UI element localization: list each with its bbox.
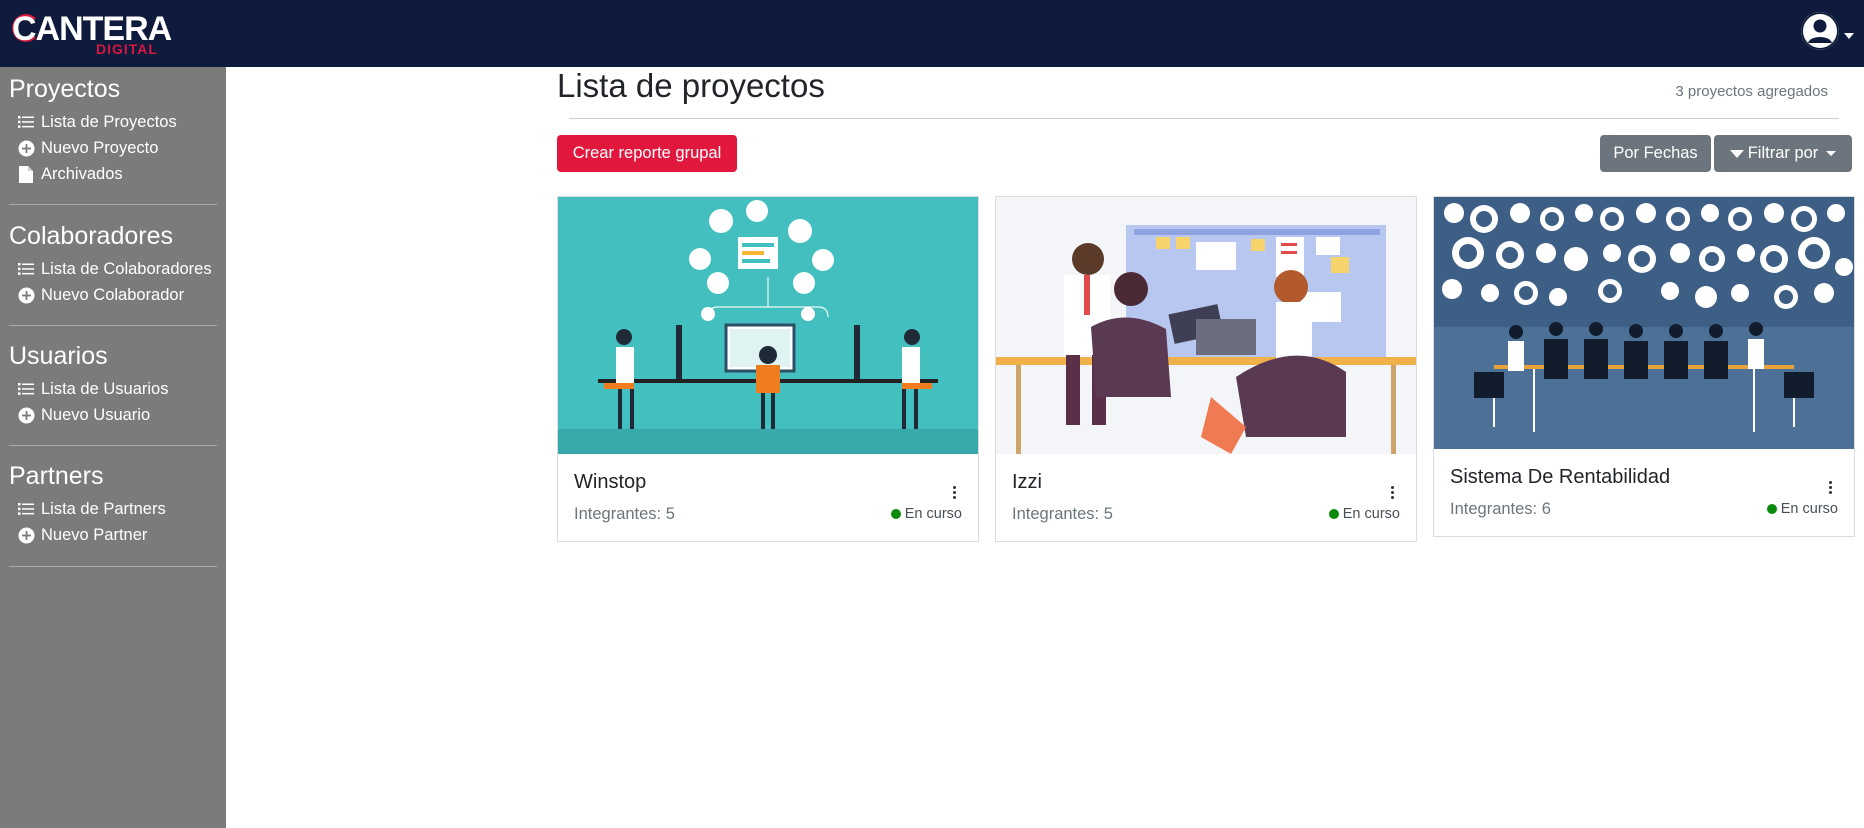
- sidebar-item-label: Nuevo Proyecto: [41, 138, 159, 157]
- user-menu-caret-icon[interactable]: [1844, 33, 1854, 39]
- sidebar-divider: [9, 445, 217, 446]
- sidebar-item-lista-partners[interactable]: Lista de Partners: [17, 498, 166, 520]
- status-badge: En curso: [890, 506, 962, 522]
- filter-icon: [1729, 149, 1744, 158]
- sidebar-item-label: Lista de Proyectos: [41, 112, 177, 131]
- filter-label: Filtrar por: [1747, 144, 1819, 162]
- sidebar-item-archivados[interactable]: Archivados: [17, 163, 123, 185]
- sidebar-divider: [9, 566, 217, 567]
- list-icon: [17, 500, 35, 518]
- project-members: Integrantes: 5: [574, 505, 675, 523]
- sidebar-item-label: Lista de Partners: [41, 499, 166, 518]
- top-navbar: CANTERA DIGITAL: [0, 0, 1864, 67]
- project-name[interactable]: Winstop: [574, 471, 646, 494]
- project-name[interactable]: Sistema De Rentabilidad: [1450, 466, 1670, 489]
- project-image: [558, 197, 978, 454]
- plus-circle-icon: [17, 526, 35, 544]
- status-badge: En curso: [1766, 501, 1838, 517]
- sidebar-item-label: Lista de Colaboradores: [41, 259, 212, 278]
- create-group-report-button[interactable]: Crear reporte grupal: [557, 135, 737, 172]
- cantera-logo[interactable]: CANTERA DIGITAL: [12, 10, 172, 57]
- sidebar-item-nuevo-partner[interactable]: Nuevo Partner: [17, 524, 147, 546]
- project-image: [996, 197, 1416, 454]
- page-title: Lista de proyectos: [557, 67, 825, 104]
- user-avatar-icon[interactable]: [1801, 12, 1839, 50]
- more-options-icon[interactable]: [1828, 481, 1832, 496]
- sidebar-item-nuevo-usuario[interactable]: Nuevo Usuario: [17, 404, 150, 426]
- project-card-izzi[interactable]: Izzi Integrantes: 5 En curso: [995, 196, 1417, 542]
- project-card-winstop[interactable]: Winstop Integrantes: 5 En curso: [557, 196, 979, 542]
- sidebar-title-colaboradores: Colaboradores: [9, 222, 173, 250]
- status-badge: En curso: [1328, 506, 1400, 522]
- plus-circle-icon: [17, 139, 35, 157]
- plus-circle-icon: [17, 286, 35, 304]
- sidebar-item-label: Lista de Usuarios: [41, 379, 169, 398]
- by-dates-button[interactable]: Por Fechas: [1600, 135, 1711, 172]
- sidebar-divider: [9, 204, 217, 205]
- project-image: [1434, 197, 1854, 449]
- status-dot-icon: [1766, 504, 1777, 514]
- list-icon: [17, 113, 35, 131]
- sidebar-item-lista-colaboradores[interactable]: Lista de Colaboradores: [17, 258, 212, 280]
- more-options-icon[interactable]: [952, 486, 956, 501]
- project-members: Integrantes: 5: [1012, 505, 1113, 523]
- sidebar-item-label: Nuevo Usuario: [41, 405, 151, 424]
- sidebar-item-nuevo-colaborador[interactable]: Nuevo Colaborador: [17, 284, 184, 306]
- sidebar-item-lista-proyectos[interactable]: Lista de Proyectos: [17, 111, 177, 133]
- plus-circle-icon: [17, 406, 35, 424]
- logo-subtext: DIGITAL: [96, 41, 158, 57]
- filter-dropdown-button[interactable]: Filtrar por: [1714, 135, 1852, 172]
- sidebar-title-usuarios: Usuarios: [9, 342, 108, 370]
- status-dot-icon: [1328, 509, 1339, 519]
- title-divider: [569, 118, 1839, 119]
- sidebar-title-proyectos: Proyectos: [9, 75, 121, 103]
- projects-count: 3 proyectos agregados: [1675, 83, 1828, 100]
- more-options-icon[interactable]: [1390, 486, 1394, 501]
- project-card-sistema-de-rentabilidad[interactable]: Sistema De Rentabilidad Integrantes: 6 E…: [1433, 196, 1855, 537]
- chevron-down-icon: [1826, 151, 1837, 156]
- status-label: En curso: [1342, 506, 1400, 522]
- document-icon: [17, 165, 35, 183]
- sidebar-item-lista-usuarios[interactable]: Lista de Usuarios: [17, 378, 168, 400]
- sidebar-item-label: Nuevo Colaborador: [41, 285, 185, 304]
- status-label: En curso: [904, 506, 962, 522]
- sidebar-title-partners: Partners: [9, 462, 104, 490]
- sidebar: Proyectos Lista de Proyectos Nuevo Proye…: [0, 67, 226, 828]
- project-name[interactable]: Izzi: [1012, 471, 1042, 494]
- sidebar-item-label: Nuevo Partner: [41, 525, 148, 544]
- status-dot-icon: [890, 509, 901, 519]
- list-icon: [17, 380, 35, 398]
- status-label: En curso: [1780, 501, 1838, 517]
- sidebar-item-label: Archivados: [41, 164, 123, 183]
- sidebar-item-nuevo-proyecto[interactable]: Nuevo Proyecto: [17, 137, 158, 159]
- list-icon: [17, 260, 35, 278]
- project-members: Integrantes: 6: [1450, 500, 1551, 518]
- sidebar-divider: [9, 325, 217, 326]
